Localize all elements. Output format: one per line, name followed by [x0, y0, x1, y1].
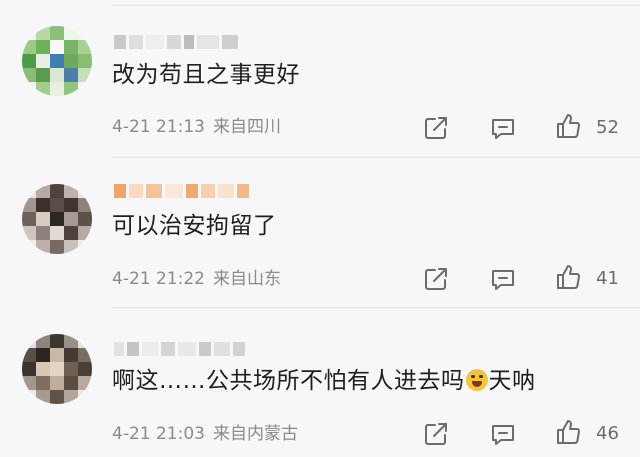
comment-item: 改为苟且之事更好 4-21 21:13 来自四川 52 [0, 0, 640, 150]
like-count: 46 [596, 423, 619, 444]
comment-item: 啊这……公共场所不怕有人进去吗 天呐 4-21 21:03 来自内蒙古 46 [0, 307, 640, 457]
comment-item: 可以治安拘留了 4-21 21:22 来自山东 41 [0, 157, 640, 307]
avatar[interactable] [22, 184, 92, 254]
comment-text: 啊这……公共场所不怕有人进去吗 天呐 [112, 366, 536, 396]
comment-time: 4-21 21:22 [112, 269, 205, 289]
comment-location: 来自内蒙古 [212, 424, 298, 444]
comment-icon[interactable] [489, 420, 517, 448]
comment-time: 4-21 21:13 [112, 117, 205, 137]
avatar[interactable] [22, 26, 92, 96]
comment-text-main: 啊这……公共场所不怕有人进去吗 [112, 368, 465, 394]
avatar[interactable] [22, 334, 92, 404]
comment-text: 改为苟且之事更好 [112, 62, 300, 88]
comment-icon[interactable] [489, 265, 517, 293]
comment-time: 4-21 21:03 [112, 424, 205, 444]
thumbs-up-icon[interactable] [555, 112, 583, 140]
like-count: 41 [596, 268, 619, 289]
comment-text: 可以治安拘留了 [112, 213, 277, 239]
comment-location: 来自山东 [212, 269, 281, 289]
thumbs-up-icon[interactable] [555, 418, 583, 446]
comment-location: 来自四川 [212, 117, 281, 137]
share-icon[interactable] [422, 420, 450, 448]
share-icon[interactable] [422, 265, 450, 293]
crying-laughing-emoji-icon [465, 369, 488, 391]
share-icon[interactable] [422, 114, 450, 142]
comment-icon[interactable] [489, 114, 517, 142]
like-count: 52 [596, 117, 619, 138]
username[interactable] [114, 183, 249, 199]
thumbs-up-icon[interactable] [555, 263, 583, 291]
comment-meta: 4-21 21:03 来自内蒙古 [112, 423, 298, 445]
comment-meta: 4-21 21:13 来自四川 [112, 116, 281, 138]
comment-text-tail: 天呐 [488, 368, 536, 394]
username[interactable] [114, 34, 238, 50]
username[interactable] [114, 341, 245, 357]
comment-meta: 4-21 21:22 来自山东 [112, 268, 281, 290]
